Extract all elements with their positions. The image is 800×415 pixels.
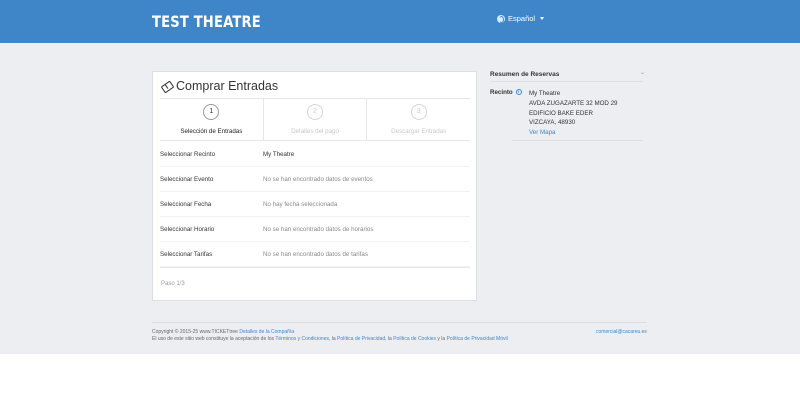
- chevron-down-icon[interactable]: ⌄: [640, 69, 645, 76]
- row-time[interactable]: Seleccionar Horario No se han encontrado…: [160, 217, 470, 242]
- row-label: Seleccionar Recinto: [160, 150, 216, 158]
- row-value: No hay fecha seleccionada: [263, 200, 338, 208]
- globe-icon: [497, 14, 505, 23]
- view-map-link[interactable]: Ver Mapa: [529, 128, 617, 138]
- step-number: 3: [410, 104, 427, 120]
- row-label: Seleccionar Horario: [160, 225, 215, 233]
- info-icon[interactable]: i: [515, 89, 522, 95]
- terms-prefix-text: El uso de este sitio web constituye la a…: [152, 336, 275, 342]
- language-selector[interactable]: Español: [497, 14, 545, 23]
- venue-label: Recinto: [490, 89, 513, 96]
- row-value: No se han encontrado datos de eventos: [263, 175, 373, 183]
- copyright-text: Copyright © 2015-25 www.TICKETtree: [152, 329, 238, 335]
- row-label: Seleccionar Tarifas: [160, 250, 213, 258]
- ticket-icon: [161, 81, 172, 92]
- step-label: Detalles del pago: [291, 128, 339, 135]
- venue-address-line: VIZCAYA, 48930: [529, 119, 576, 127]
- venue-details: My Theatre AVDA ZUGAZARTE 32 MOD 29 EDIF…: [529, 89, 617, 138]
- row-value: No se han encontrado datos de horarios: [263, 225, 374, 233]
- step-indicator: Paso 1/3: [161, 281, 185, 287]
- selection-list: Seleccionar Recinto My Theatre Seleccion…: [160, 142, 470, 268]
- cookies-link[interactable]: Política de Cookies: [393, 336, 436, 342]
- footer-copyright: Copyright © 2015-25 www.TICKETtree Detal…: [152, 329, 294, 335]
- summary-title: Resumen de Reservas: [490, 71, 560, 78]
- language-label: Español: [508, 14, 536, 23]
- mobile-privacy-link[interactable]: Política de Privacidad Móvil: [447, 336, 508, 342]
- row-label: Seleccionar Evento: [160, 175, 214, 183]
- brand-logo[interactable]: TEST THEATRE: [152, 12, 261, 31]
- booking-summary: Resumen de Reservas ⌄ Recinto i My Theat…: [490, 69, 645, 141]
- company-details-link[interactable]: Detalles de la Compañía: [239, 329, 294, 335]
- row-venue[interactable]: Seleccionar Recinto My Theatre: [160, 142, 470, 167]
- venue-name: My Theatre: [529, 90, 561, 97]
- privacy-link[interactable]: Política de Privacidad: [337, 336, 385, 342]
- step-label: Descargar Entradas: [391, 128, 447, 135]
- row-value: No se han encontrado datos de tarifas: [263, 250, 368, 258]
- venue-label-group: Recinto i: [490, 89, 522, 96]
- purchase-card: Comprar Entradas 1 Selección de Entradas…: [152, 71, 477, 301]
- step-number: 1: [203, 104, 220, 120]
- top-header: TEST THEATRE Español: [0, 0, 800, 43]
- card-header: Comprar Entradas: [161, 79, 278, 93]
- step-selection[interactable]: 1 Selección de Entradas: [160, 99, 264, 140]
- row-rates[interactable]: Seleccionar Tarifas No se han encontrado…: [160, 242, 470, 267]
- step-download[interactable]: 3 Descargar Entradas: [367, 99, 470, 140]
- venue-address-line: EDIFICIO BAKE EDER: [529, 109, 593, 117]
- row-date[interactable]: Seleccionar Fecha No hay fecha seleccion…: [160, 192, 470, 217]
- divider: [512, 140, 643, 141]
- venue-address-line: AVDA ZUGAZARTE 32 MOD 29: [529, 99, 618, 107]
- page-title: Comprar Entradas: [176, 79, 279, 93]
- divider: [490, 81, 643, 82]
- wizard-steps: 1 Selección de Entradas 2 Detalles del p…: [160, 99, 470, 141]
- footer-divider: [152, 322, 647, 323]
- row-label: Seleccionar Fecha: [160, 200, 212, 208]
- row-event[interactable]: Seleccionar Evento No se han encontrado …: [160, 167, 470, 192]
- row-value: My Theatre: [263, 150, 295, 158]
- terms-link[interactable]: Términos y Condiciones: [275, 336, 329, 342]
- contact-email-link[interactable]: comercial@cacareu.es: [596, 329, 647, 335]
- chevron-down-icon: [540, 17, 545, 20]
- step-number: 2: [307, 104, 323, 120]
- step-payment[interactable]: 2 Detalles del pago: [264, 99, 368, 140]
- step-label: Selección de Entradas: [180, 128, 243, 135]
- divider: [160, 267, 470, 268]
- footer-legal: El uso de este sitio web constituye la a…: [152, 336, 508, 342]
